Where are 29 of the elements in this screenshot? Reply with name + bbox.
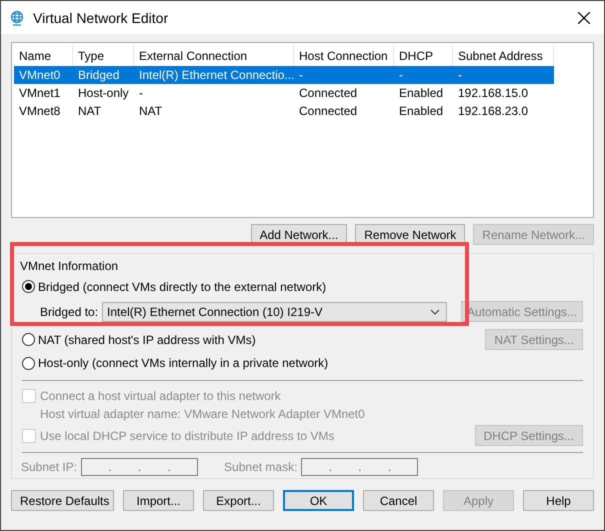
checkbox-label: Connect a host virtual adapter to this network — [40, 388, 281, 403]
radio-label: Host-only (connect VMs internally in a private network) — [38, 356, 328, 370]
table-row[interactable]: VMnet0 Bridged Intel(R) Ethernet Connectio... - - - — [14, 66, 554, 84]
dropdown[interactable]: Intel(R) Ethernet Connection (10) I219-V — [102, 302, 447, 322]
table-row[interactable]: VMnet8 NAT NAT Connected Enabled 192.168.23.0 — [14, 102, 554, 120]
window-title: Virtual Network Editor — [33, 10, 170, 26]
button[interactable]: Export... — [203, 490, 274, 511]
radio-button[interactable] — [22, 280, 35, 294]
chevron-icon — [430, 308, 440, 315]
ip-field[interactable]: . . . — [301, 458, 418, 476]
button[interactable]: Help — [523, 490, 594, 511]
radio-button[interactable] — [22, 333, 35, 346]
button[interactable]: Cancel — [363, 490, 434, 511]
checkbox-label: Use local DHCP service to distribute IP address to VMs — [40, 428, 334, 443]
radio-button[interactable] — [22, 356, 35, 370]
field-label: Subnet IP: — [21, 460, 78, 474]
radio-label: NAT (shared host's IP address with VMs) — [38, 332, 256, 347]
field-label: Bridged to: — [40, 304, 98, 319]
button[interactable]: Import... — [123, 490, 194, 511]
table-row[interactable]: VMnet1 Host-only - Connected Enabled 192.168.15.0 — [14, 84, 554, 102]
ip-field[interactable]: . . . — [81, 458, 198, 476]
adapter-name-text: Host virtual adapter name: VMware Network Adapter VMnet0 — [40, 406, 365, 421]
globe-icon — [9, 10, 25, 26]
button[interactable]: Restore Defaults — [11, 490, 114, 511]
field-label: Subnet mask: — [224, 460, 298, 474]
radio-label: Bridged (connect VMs directly to the external network) — [38, 280, 326, 294]
group-title: VMnet Information — [20, 258, 118, 273]
close-icon[interactable] — [578, 12, 590, 24]
button[interactable]: OK — [283, 490, 354, 511]
